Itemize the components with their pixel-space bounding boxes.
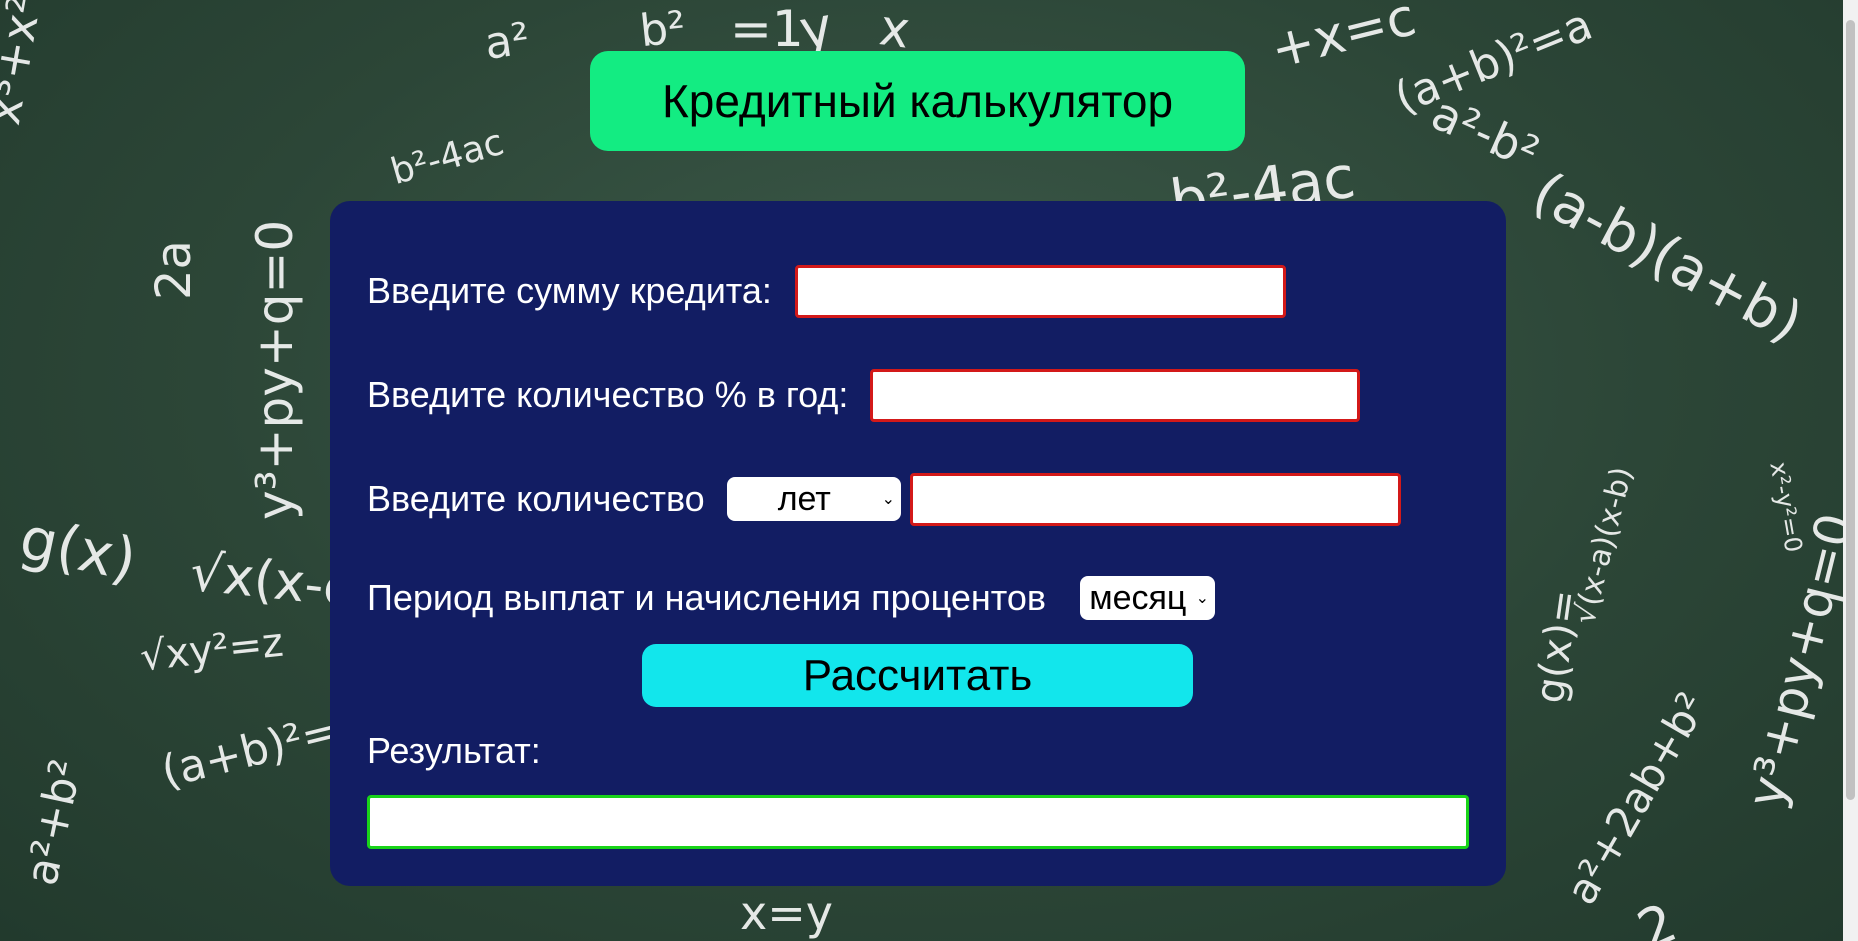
term-unit-select[interactable]: лет ⌄ xyxy=(727,477,901,521)
chalk-formula: b² xyxy=(637,1,689,58)
chalk-formula: (a+b)²=a xyxy=(1387,0,1600,125)
chalk-formula: x²-y²=0 xyxy=(1764,459,1808,555)
chalk-formula: (a-b)(a+b) xyxy=(1522,159,1813,356)
chalk-formula: =1 xyxy=(730,0,804,58)
chalk-formula: x³+x² xyxy=(0,0,52,129)
chalk-formula: 2a xyxy=(146,240,202,300)
term-label: Введите количество xyxy=(367,478,705,519)
chalk-formula: g(x)= xyxy=(1527,586,1589,706)
chevron-down-icon: ⌄ xyxy=(881,491,895,508)
page-title-text: Кредитный калькулятор xyxy=(661,75,1174,127)
chalk-formula: b²-4ac xyxy=(386,121,509,194)
chalk-formula: x=y xyxy=(740,886,833,940)
result-field[interactable] xyxy=(367,795,1469,849)
chalk-formula: 2 xyxy=(1628,890,1686,941)
chalk-formula: g(x) xyxy=(14,503,143,595)
interest-rate-label: Введите количество % в год: xyxy=(367,374,849,415)
calculate-button-label: Рассчитать xyxy=(802,650,1033,700)
chalk-formula: (a+b)²= xyxy=(156,704,344,799)
loan-amount-label: Введите сумму кредита: xyxy=(367,270,772,311)
payment-period-value: месяц xyxy=(1089,578,1187,617)
loan-amount-input[interactable] xyxy=(795,265,1286,318)
chalk-formula: √xy²=z xyxy=(137,619,286,681)
calculate-button[interactable]: Рассчитать xyxy=(642,644,1193,707)
page-title: Кредитный калькулятор xyxy=(590,51,1245,151)
payment-period-label: Период выплат и начисления процентов xyxy=(367,577,1046,618)
term-input[interactable] xyxy=(910,473,1401,526)
result-label: Результат: xyxy=(367,730,541,771)
chalk-formula: y³+py+q=0 xyxy=(246,219,304,520)
payment-period-select[interactable]: месяц ⌄ xyxy=(1080,576,1215,620)
chalk-formula: a² xyxy=(481,13,533,70)
chalk-formula: a²-b² xyxy=(1423,85,1548,181)
chalk-formula: a²+b² xyxy=(16,754,93,890)
chalk-formula: +x=c xyxy=(1264,0,1422,81)
term-unit-value: лет xyxy=(777,479,831,518)
interest-rate-input[interactable] xyxy=(870,369,1360,422)
chalk-formula: x xyxy=(876,0,914,60)
chalk-formula: y³+py+q=0 xyxy=(1736,507,1858,814)
vertical-scrollbar[interactable] xyxy=(1843,0,1858,941)
chevron-down-icon: ⌄ xyxy=(1195,590,1209,607)
scrollbar-thumb[interactable] xyxy=(1846,20,1855,800)
chalk-formula: a²+2ab+b² xyxy=(1556,683,1717,913)
